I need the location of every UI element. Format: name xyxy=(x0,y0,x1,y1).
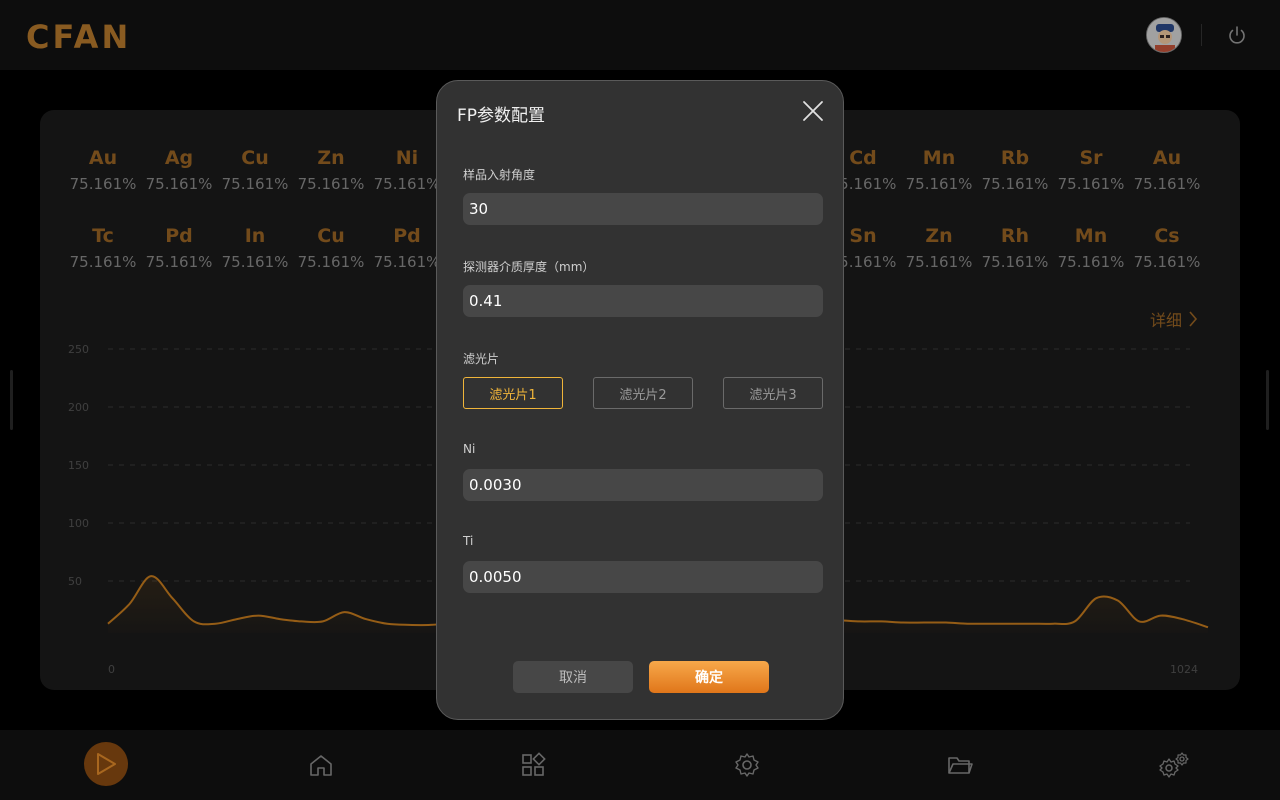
close-icon[interactable] xyxy=(801,99,825,123)
filter-2-button[interactable]: 滤光片2 xyxy=(593,377,693,409)
filter-3-button[interactable]: 滤光片3 xyxy=(723,377,823,409)
angle-label: 样品入射角度 xyxy=(463,168,536,182)
thickness-label: 探测器介质厚度（mm） xyxy=(463,260,595,274)
filter-label: 滤光片 xyxy=(463,352,500,366)
confirm-button[interactable]: 确定 xyxy=(649,661,769,693)
ti-label: Ti xyxy=(463,534,474,548)
ti-input[interactable] xyxy=(463,561,823,593)
dialog-title: FP参数配置 xyxy=(457,106,546,126)
thickness-input[interactable] xyxy=(463,285,823,317)
cancel-button[interactable]: 取消 xyxy=(513,661,633,693)
angle-input[interactable] xyxy=(463,193,823,225)
fp-config-dialog: FP参数配置 样品入射角度 探测器介质厚度（mm） 滤光片 滤光片1 滤光片2 … xyxy=(436,80,844,720)
ni-input[interactable] xyxy=(463,469,823,501)
filter-1-button[interactable]: 滤光片1 xyxy=(463,377,563,409)
ni-label: Ni xyxy=(463,442,476,456)
